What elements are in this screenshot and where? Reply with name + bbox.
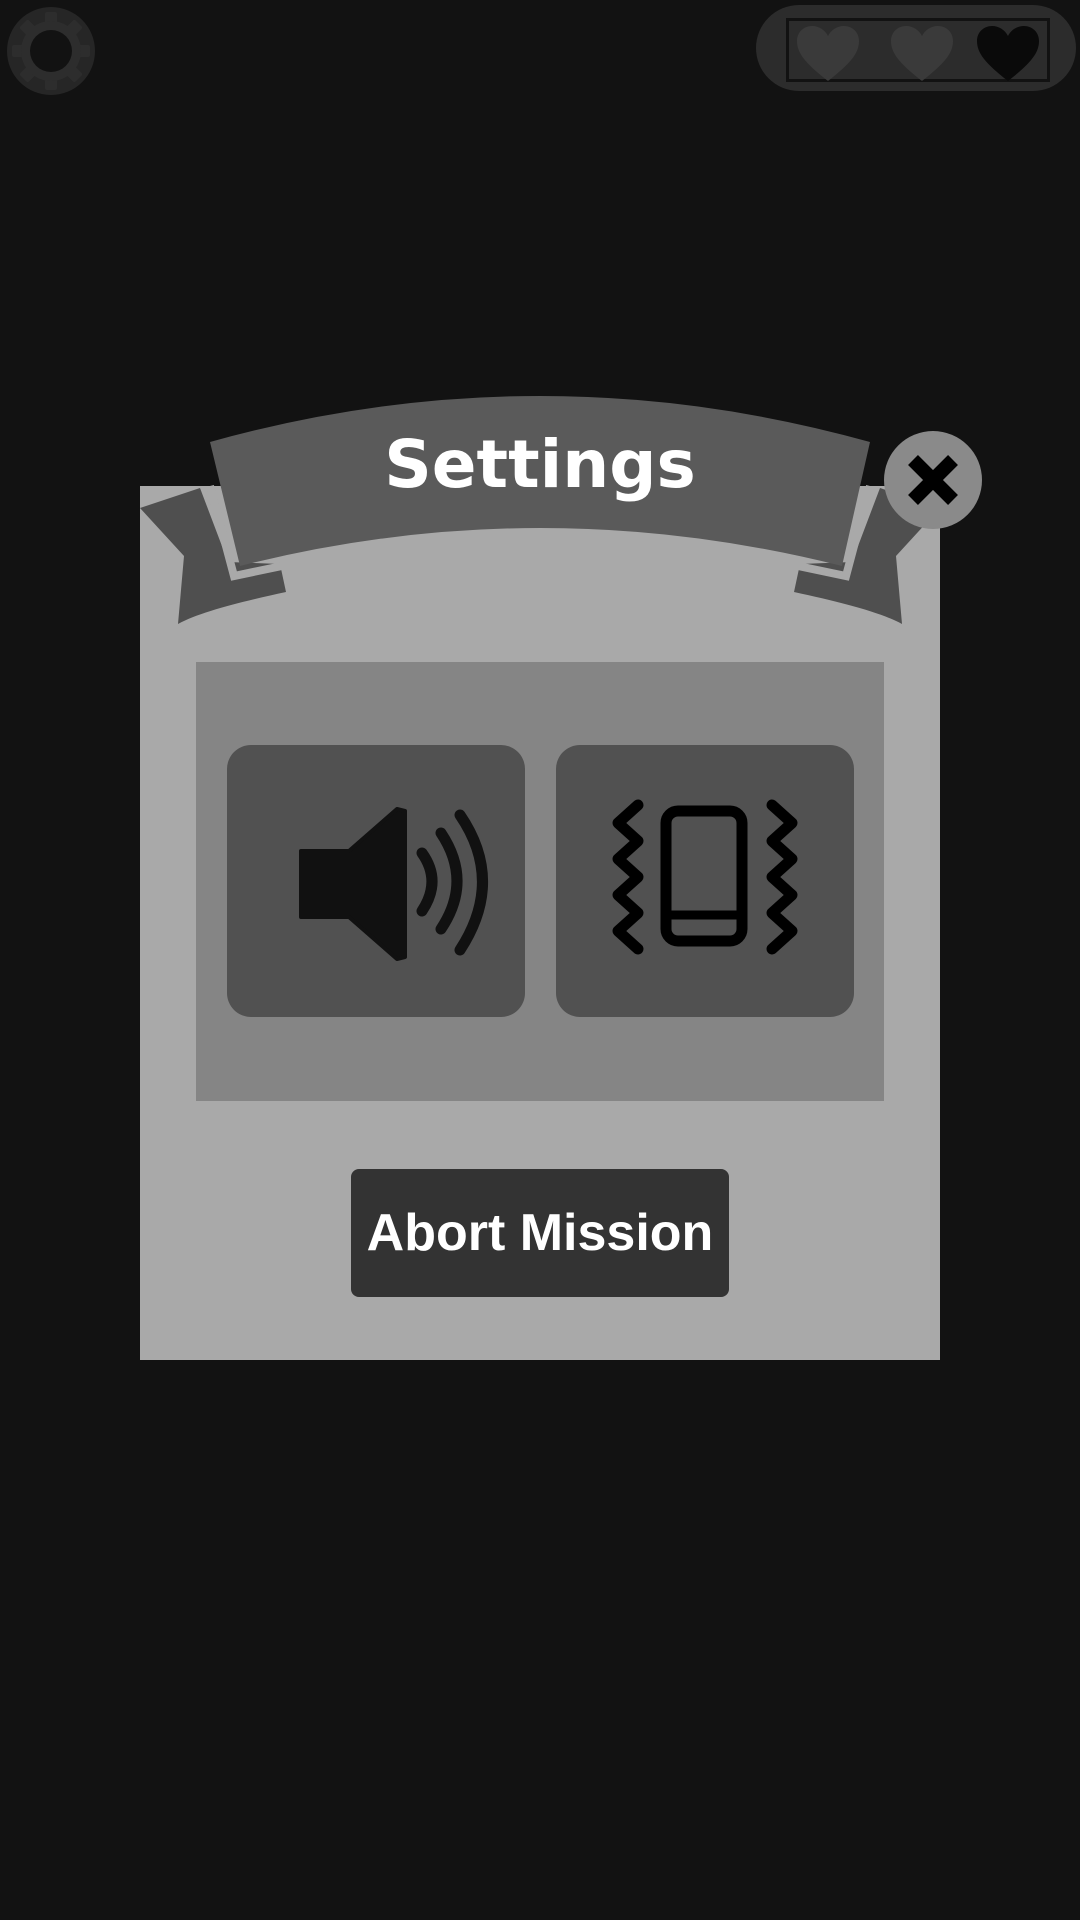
lives-display (756, 5, 1076, 91)
heart-icon (797, 26, 859, 81)
gear-icon (7, 7, 95, 95)
phone-vibrate-icon (612, 799, 798, 955)
game-screen: Settings Abort Mission (0, 0, 1080, 1920)
dialog-title: Settings (384, 426, 696, 503)
lives-frame (786, 18, 1050, 82)
heart-icon (891, 26, 953, 81)
abort-mission-button[interactable]: Abort Mission (351, 1169, 729, 1297)
heart-empty-icon (977, 26, 1039, 81)
speaker-icon (299, 807, 488, 961)
vibration-toggle-button[interactable] (556, 745, 854, 1017)
close-icon (908, 455, 958, 505)
sound-toggle-button[interactable] (227, 745, 525, 1017)
settings-options (196, 662, 884, 1101)
settings-gear-button[interactable] (6, 6, 96, 96)
close-button[interactable] (884, 431, 982, 529)
